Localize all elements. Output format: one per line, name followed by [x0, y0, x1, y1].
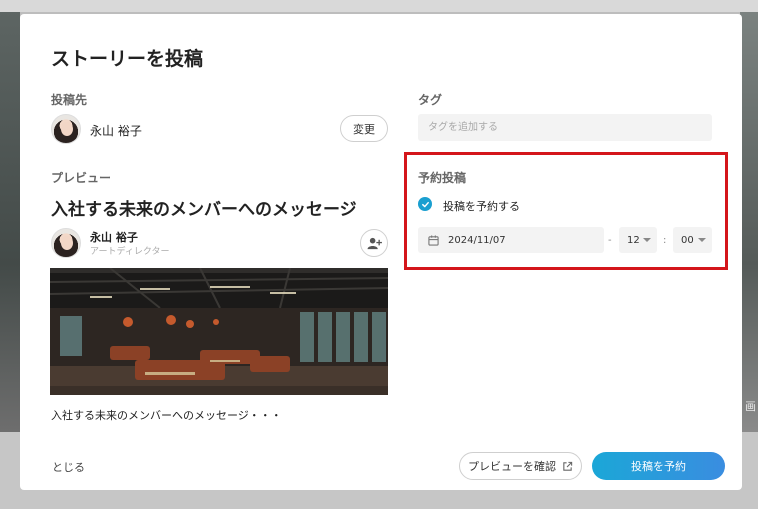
preview-excerpt: 入社する未来のメンバーへのメッセージ・・・	[51, 409, 282, 422]
close-button[interactable]: とじる	[52, 459, 85, 475]
preview-author-role: アートディレクター	[90, 247, 170, 257]
add-user-button[interactable]	[360, 229, 388, 257]
hour-select[interactable]: 12	[619, 227, 657, 253]
destination-label: 投稿先	[51, 93, 88, 107]
schedule-date-value: 2024/11/07	[448, 234, 506, 246]
preview-label: プレビュー	[51, 171, 112, 185]
hour-value: 12	[627, 234, 640, 246]
backdrop-left-image	[0, 12, 20, 432]
add-user-icon	[367, 237, 382, 249]
time-separator: :	[663, 235, 667, 246]
backdrop-topbar	[0, 0, 758, 12]
chevron-down-icon	[643, 238, 651, 242]
schedule-post-button[interactable]: 投稿を予約	[592, 452, 725, 480]
schedule-checkbox[interactable]	[418, 197, 432, 211]
check-icon	[421, 201, 429, 207]
preview-headline: 入社する未来のメンバーへのメッセージ	[51, 200, 357, 220]
tags-label: タグ	[418, 93, 443, 107]
preview-author-name: 永山 裕子	[90, 231, 138, 244]
preview-cover-image	[50, 268, 388, 395]
destination-user-name: 永山 裕子	[90, 124, 142, 138]
post-story-modal: ストーリーを投稿 投稿先 永山 裕子 変更 タグ 予約投稿 投稿を予約する 20…	[20, 14, 742, 490]
minute-select[interactable]: 00	[673, 227, 712, 253]
date-time-separator: -	[608, 235, 612, 246]
preview-confirm-label: プレビューを確認	[468, 460, 556, 473]
change-destination-button[interactable]: 変更	[340, 115, 388, 142]
calendar-icon	[428, 234, 439, 246]
destination-avatar	[51, 114, 81, 144]
minute-value: 00	[681, 234, 694, 246]
preview-author-avatar	[51, 228, 81, 258]
schedule-checkbox-label[interactable]: 投稿を予約する	[443, 198, 520, 214]
chevron-down-icon	[698, 238, 706, 242]
backdrop-right-image	[740, 12, 758, 432]
external-link-icon	[563, 461, 573, 471]
modal-title: ストーリーを投稿	[51, 48, 204, 70]
schedule-label: 予約投稿	[418, 171, 467, 185]
schedule-date-field[interactable]: 2024/11/07	[418, 227, 604, 253]
preview-confirm-button[interactable]: プレビューを確認	[459, 452, 582, 480]
tag-input[interactable]	[418, 114, 712, 141]
